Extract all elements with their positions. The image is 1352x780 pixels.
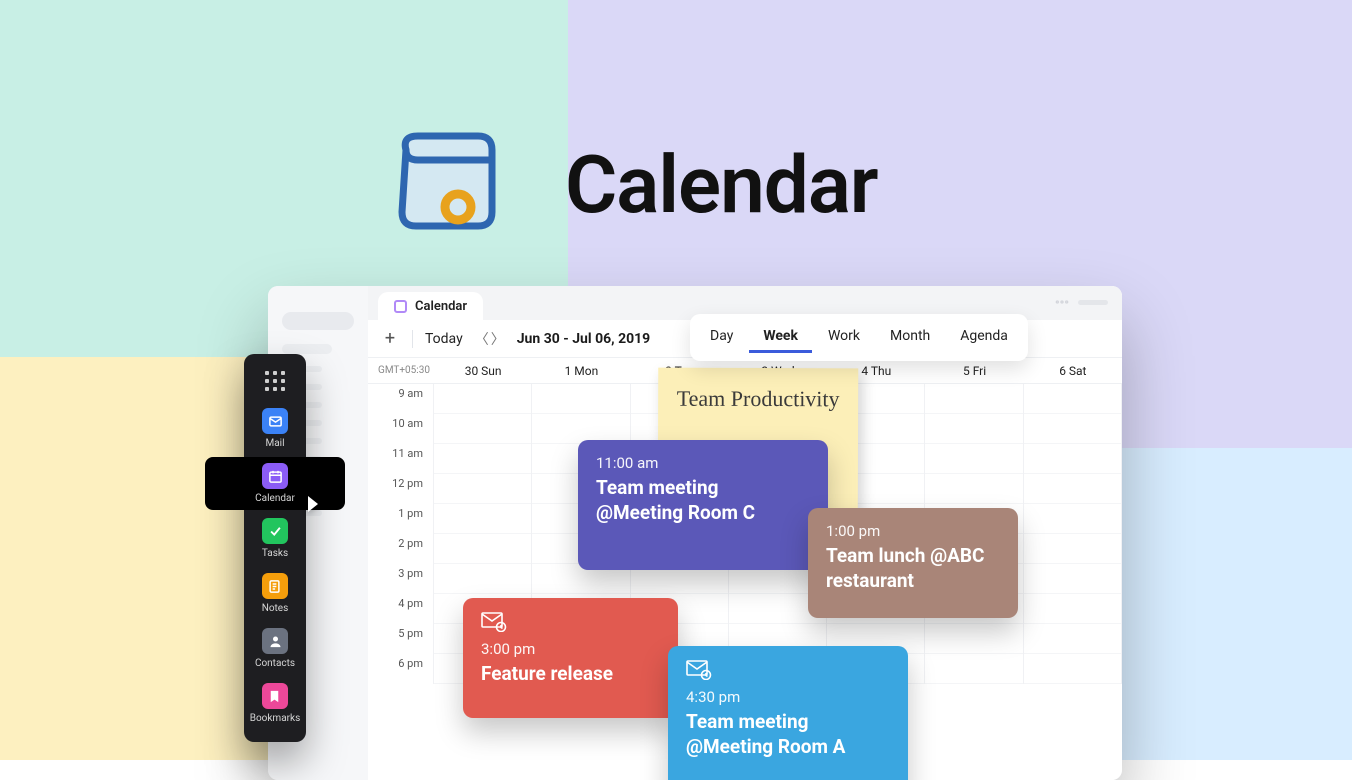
date-range: Jun 30 - Jul 06, 2019 [517,331,651,347]
notes-icon [262,573,288,599]
apps-button[interactable] [262,368,288,394]
hour-label: 10 am [368,414,433,444]
overflow-icon[interactable] [1054,294,1070,310]
rail-notes[interactable]: Notes [262,573,289,614]
app-rail: Mail Calendar Tasks Notes Contacts Bookm… [244,354,306,742]
next-button[interactable]: 〉 [491,329,505,349]
window-controls [1054,294,1108,310]
event-title: Team lunch @ABC restaurant [826,544,1000,593]
hero-title: Calendar [565,138,878,232]
day-col-head: 1 Mon [532,358,630,383]
hour-label: 3 pm [368,564,433,594]
apps-grid-icon [265,371,286,392]
event-time: 4:30 pm [686,688,890,706]
rail-contacts[interactable]: Contacts [255,628,295,669]
view-month[interactable]: Month [876,322,944,353]
hour-label: 6 pm [368,654,433,684]
bookmarks-icon [262,683,288,709]
rail-calendar[interactable]: Calendar [255,463,295,504]
rail-label: Mail [265,438,284,449]
rail-mail[interactable]: Mail [262,408,288,449]
event-card[interactable]: 11:00 am Team meeting @Meeting Room C [578,440,828,570]
tab-calendar-icon [394,300,407,313]
rail-label: Notes [262,603,289,614]
view-agenda[interactable]: Agenda [946,322,1022,353]
timezone-label: GMT+05:30 [368,358,434,383]
event-title: Feature release [481,662,660,687]
hour-label: 2 pm [368,534,433,564]
view-switcher: Day Week Work Month Agenda [690,314,1028,361]
rail-pointer-icon [308,496,318,512]
rail-label: Tasks [262,548,288,559]
mail-icon [262,408,288,434]
tab-label: Calendar [415,299,467,314]
day-col[interactable] [1024,384,1122,684]
mail-scheduled-icon [481,612,507,632]
hero: Calendar [380,120,878,250]
event-card[interactable]: 3:00 pm Feature release [463,598,678,718]
rail-tasks[interactable]: Tasks [262,518,288,559]
rail-label: Calendar [255,493,295,504]
event-card[interactable]: 1:00 pm Team lunch @ABC restaurant [808,508,1018,618]
mail-scheduled-icon [686,660,712,680]
hour-label: 1 pm [368,504,433,534]
tasks-icon [262,518,288,544]
rail-label: Bookmarks [250,713,301,724]
day-col-head: 5 Fri [925,358,1023,383]
event-time: 3:00 pm [481,640,660,658]
toolbar: + Today 〈 〉 Jun 30 - Jul 06, 2019 Day We… [368,320,1122,358]
contacts-icon [262,628,288,654]
rail-bookmarks[interactable]: Bookmarks [250,683,301,724]
event-title: Team meeting @Meeting Room A [686,710,890,759]
event-time: 1:00 pm [826,522,1000,540]
calendar-icon [262,463,288,489]
event-title: Team meeting @Meeting Room C [596,476,810,525]
today-button[interactable]: Today [425,331,463,347]
hour-label: 4 pm [368,594,433,624]
hour-label: 5 pm [368,624,433,654]
prev-button[interactable]: 〈 [475,329,489,349]
view-day[interactable]: Day [696,322,747,353]
event-time: 11:00 am [596,454,810,472]
new-event-button[interactable]: + [380,328,400,349]
hour-label: 11 am [368,444,433,474]
calendar-logo-icon [380,120,510,250]
view-week[interactable]: Week [749,322,812,353]
hour-column: 9 am 10 am 11 am 12 pm 1 pm 2 pm 3 pm 4 … [368,384,434,684]
hour-label: 9 am [368,384,433,414]
rail-label: Contacts [255,658,295,669]
day-col-head: 6 Sat [1024,358,1122,383]
view-work[interactable]: Work [814,322,874,353]
week-grid[interactable]: 9 am 10 am 11 am 12 pm 1 pm 2 pm 3 pm 4 … [368,384,1122,684]
day-col-head: 30 Sun [434,358,532,383]
hour-label: 12 pm [368,474,433,504]
calendar-window: Calendar + Today 〈 〉 Jun 30 - Jul 06, 20… [268,286,1122,780]
tab-calendar[interactable]: Calendar [378,292,483,320]
